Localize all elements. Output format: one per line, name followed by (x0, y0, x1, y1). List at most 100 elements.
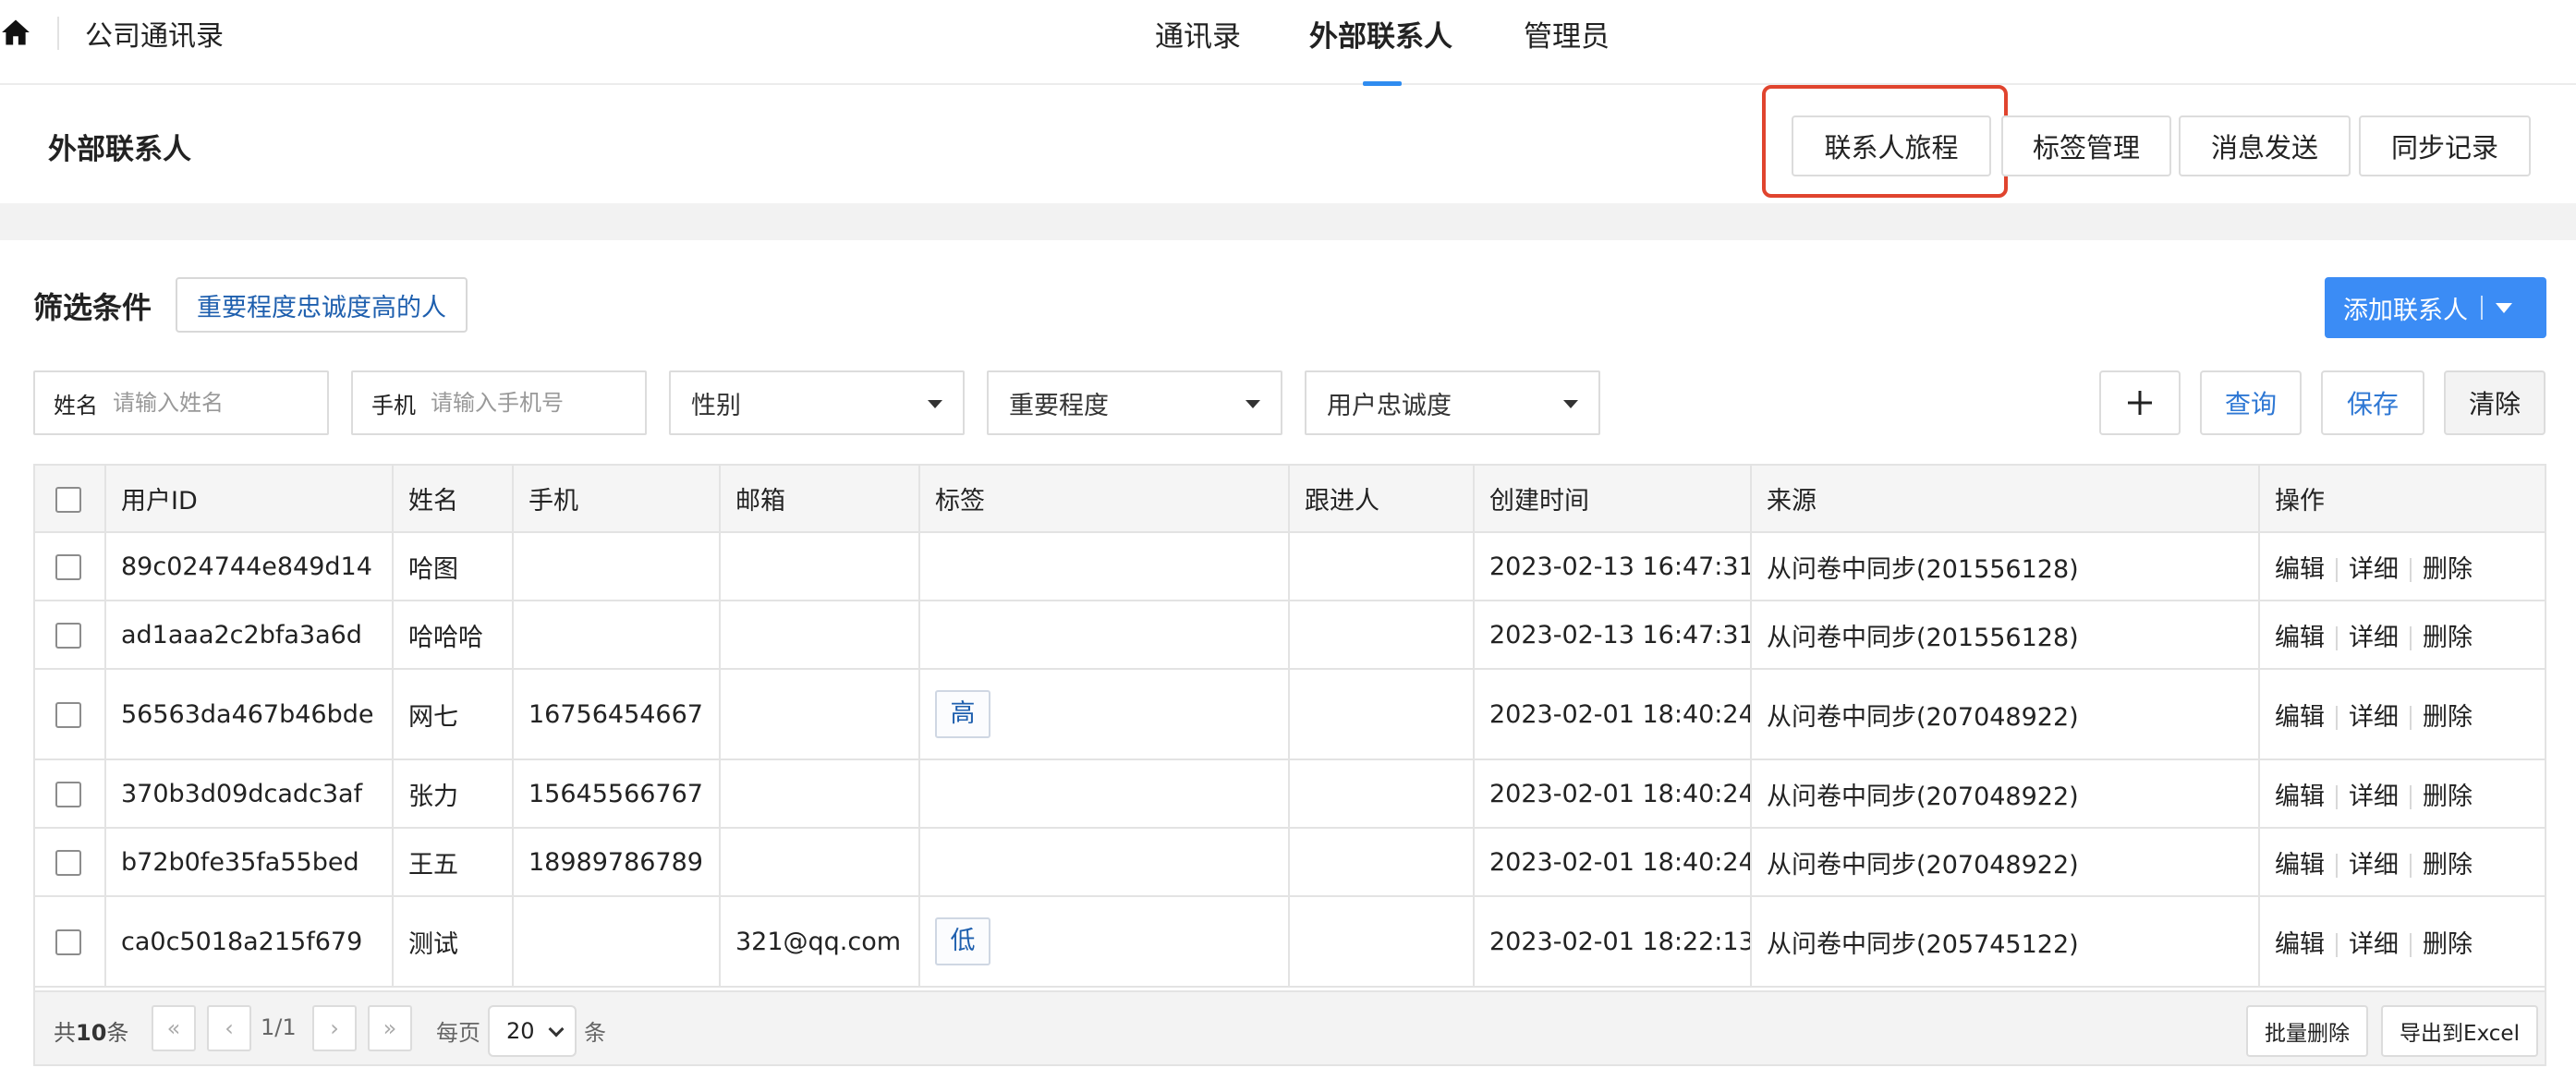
cell-user-id: b72b0fe35fa55bed (105, 828, 394, 897)
add-contact-label: 添加联系人 (2343, 296, 2468, 325)
filter-title: 筛选条件 (33, 290, 152, 325)
detail-link[interactable]: 详细 (2349, 851, 2399, 880)
first-page-button[interactable]: « (152, 1005, 196, 1051)
cell-phone: 18989786789 (513, 828, 721, 897)
header-phone: 手机 (513, 466, 721, 533)
active-tab-indicator (1363, 81, 1402, 86)
cell-email: 321@qq.com (720, 896, 920, 988)
contact-journey-button[interactable]: 联系人旅程 (1792, 115, 1991, 176)
divider (2336, 626, 2338, 650)
total-count: 共10条 (54, 1014, 128, 1047)
divider (2410, 785, 2412, 809)
sync-records-button[interactable]: 同步记录 (2359, 115, 2531, 176)
delete-link[interactable]: 删除 (2423, 624, 2473, 652)
cell-created: 2023-02-01 18:22:13 (1474, 896, 1752, 988)
loyalty-select[interactable]: 用户忠诚度 (1305, 370, 1600, 435)
cell-follower (1289, 828, 1475, 897)
table-row: 56563da467b46bde 网七 16756454667 高 2023-02-01… (35, 669, 2545, 760)
header-name: 姓名 (393, 466, 514, 533)
select-all-checkbox[interactable] (55, 486, 81, 513)
row-checkbox[interactable] (55, 850, 81, 876)
header-tag: 标签 (919, 466, 1290, 533)
cell-tag (919, 532, 1290, 601)
cell-actions: 编辑 详细 删除 (2259, 896, 2545, 988)
table-row: b72b0fe35fa55bed 王五 18989786789 2023-02-01 … (35, 828, 2545, 897)
row-checkbox[interactable] (55, 929, 81, 955)
next-page-button[interactable]: › (312, 1005, 357, 1051)
cell-phone (513, 532, 721, 601)
delete-link[interactable]: 删除 (2423, 851, 2473, 880)
query-button[interactable]: 查询 (2200, 370, 2302, 435)
tab-contacts[interactable]: 通讯录 (1155, 13, 1241, 55)
clear-button[interactable]: 清除 (2444, 370, 2546, 435)
page-indicator: 1/1 (261, 1014, 297, 1040)
phone-label: 手机 (371, 392, 416, 419)
cell-phone: 16756454667 (513, 669, 721, 760)
cell-user-id: ad1aaa2c2bfa3a6d (105, 601, 394, 670)
app-title: 公司通讯录 (85, 20, 224, 53)
delete-link[interactable]: 删除 (2423, 783, 2473, 811)
edit-link[interactable]: 编辑 (2275, 555, 2325, 584)
section-divider (0, 203, 2576, 240)
name-input[interactable] (113, 390, 251, 416)
detail-link[interactable]: 详细 (2349, 703, 2399, 732)
delete-link[interactable]: 删除 (2423, 555, 2473, 584)
detail-link[interactable]: 详细 (2349, 930, 2399, 959)
tag-management-button[interactable]: 标签管理 (2001, 115, 2171, 176)
cell-follower (1289, 669, 1475, 760)
cell-created: 2023-02-13 16:47:31 (1474, 532, 1752, 601)
cell-actions: 编辑 详细 删除 (2259, 759, 2545, 829)
table-header-row: 用户ID 姓名 手机 邮箱 标签 跟进人 创建时间 来源 操作 (35, 466, 2545, 533)
caret-down-icon[interactable] (2496, 302, 2512, 313)
cell-email (720, 759, 920, 829)
saved-filter-chip[interactable]: 重要程度忠诚度高的人 (176, 277, 468, 333)
delete-link[interactable]: 删除 (2423, 703, 2473, 732)
row-checkbox[interactable] (55, 623, 81, 649)
caret-down-icon (1563, 400, 1578, 408)
add-filter-button[interactable] (2099, 370, 2181, 435)
table-footer: 共10条 « ‹ 1/1 › » 每页 20 条 批量删除 导出到Excel (33, 992, 2546, 1066)
cell-source: 从问卷中同步(201556128) (1751, 532, 2260, 601)
page-size-select[interactable]: 20 (488, 1005, 577, 1057)
delete-link[interactable]: 删除 (2423, 930, 2473, 959)
tab-admin[interactable]: 管理员 (1524, 13, 1610, 55)
header-follower: 跟进人 (1289, 466, 1475, 533)
cell-created: 2023-02-13 16:47:31 (1474, 601, 1752, 670)
caret-down-icon (1245, 400, 1260, 408)
edit-link[interactable]: 编辑 (2275, 783, 2325, 811)
page-size-unit: 条 (584, 1020, 606, 1046)
row-checkbox[interactable] (55, 702, 81, 728)
edit-link[interactable]: 编辑 (2275, 624, 2325, 652)
batch-delete-button[interactable]: 批量删除 (2246, 1005, 2368, 1057)
row-checkbox[interactable] (55, 554, 81, 580)
row-checkbox[interactable] (55, 782, 81, 807)
message-send-button[interactable]: 消息发送 (2179, 115, 2351, 176)
importance-select-label: 重要程度 (1009, 391, 1109, 420)
export-excel-button[interactable]: 导出到Excel (2381, 1005, 2538, 1057)
divider (2410, 854, 2412, 878)
cell-email (720, 669, 920, 760)
detail-link[interactable]: 详细 (2349, 555, 2399, 584)
divider (2410, 933, 2412, 957)
header-user-id: 用户ID (105, 466, 394, 533)
plus-icon (2128, 391, 2152, 415)
gender-select[interactable]: 性别 (669, 370, 965, 435)
phone-input[interactable] (431, 390, 569, 416)
save-filter-button[interactable]: 保存 (2321, 370, 2424, 435)
edit-link[interactable]: 编辑 (2275, 851, 2325, 880)
edit-link[interactable]: 编辑 (2275, 930, 2325, 959)
header-actions: 操作 (2259, 466, 2545, 533)
tab-external-contacts[interactable]: 外部联系人 (1309, 13, 1452, 55)
last-page-button[interactable]: » (368, 1005, 412, 1051)
prev-page-button[interactable]: ‹ (207, 1005, 251, 1051)
edit-link[interactable]: 编辑 (2275, 703, 2325, 732)
home-icon[interactable] (0, 17, 31, 48)
add-contact-button[interactable]: 添加联系人 (2325, 277, 2546, 338)
importance-select[interactable]: 重要程度 (987, 370, 1282, 435)
total-prefix: 共 (54, 1020, 76, 1046)
divider (2481, 296, 2483, 320)
detail-link[interactable]: 详细 (2349, 624, 2399, 652)
cell-tag: 高 (919, 669, 1290, 760)
cell-tag (919, 759, 1290, 829)
detail-link[interactable]: 详细 (2349, 783, 2399, 811)
